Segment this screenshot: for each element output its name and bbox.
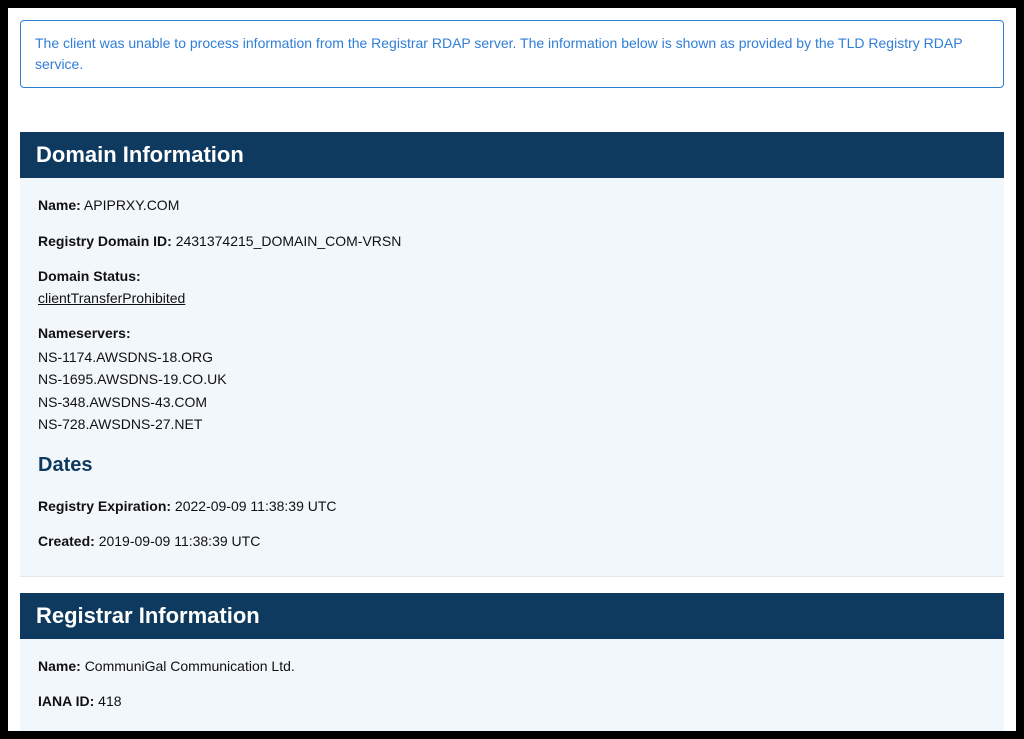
nameservers-label: Nameservers: (38, 324, 986, 344)
iana-id-row: IANA ID: 418 (38, 692, 986, 712)
registry-domain-id-label: Registry Domain ID: (38, 233, 172, 249)
domain-info-header: Domain Information (20, 132, 1004, 178)
nameservers-list: NS-1174.AWSDNS-18.ORG NS-1695.AWSDNS-19.… (38, 346, 986, 436)
domain-name-row: Name: APIPRXY.COM (38, 196, 986, 216)
section-gap (20, 577, 1004, 593)
page-container: The client was unable to process informa… (8, 8, 1016, 731)
rdap-alert-text: The client was unable to process informa… (35, 35, 962, 72)
nameserver-item: NS-1174.AWSDNS-18.ORG (38, 346, 986, 368)
domain-status-row: Domain Status: clientTransferProhibited (38, 267, 986, 308)
registry-domain-id-row: Registry Domain ID: 2431374215_DOMAIN_CO… (38, 232, 986, 252)
registry-expiration-row: Registry Expiration: 2022-09-09 11:38:39… (38, 497, 986, 517)
registry-expiration-value: 2022-09-09 11:38:39 UTC (175, 498, 337, 514)
registrar-info-title: Registrar Information (36, 603, 260, 628)
domain-name-value: APIPRXY.COM (84, 197, 179, 213)
registrar-name-value: CommuniGal Communication Ltd. (85, 658, 295, 674)
dates-heading: Dates (38, 454, 986, 477)
nameserver-item: NS-1695.AWSDNS-19.CO.UK (38, 368, 986, 390)
registrar-name-label: Name: (38, 658, 81, 674)
domain-name-label: Name: (38, 197, 81, 213)
created-row: Created: 2019-09-09 11:38:39 UTC (38, 532, 986, 552)
nameserver-item: NS-348.AWSDNS-43.COM (38, 391, 986, 413)
nameserver-item: NS-728.AWSDNS-27.NET (38, 413, 986, 435)
created-value: 2019-09-09 11:38:39 UTC (99, 533, 261, 549)
registrar-name-row: Name: CommuniGal Communication Ltd. (38, 657, 986, 677)
iana-id-label: IANA ID: (38, 693, 94, 709)
rdap-alert: The client was unable to process informa… (20, 20, 1004, 88)
created-label: Created: (38, 533, 95, 549)
domain-status-link[interactable]: clientTransferProhibited (38, 289, 185, 309)
registry-expiration-label: Registry Expiration: (38, 498, 171, 514)
domain-status-label: Domain Status: (38, 267, 986, 287)
registrar-info-body: Name: CommuniGal Communication Ltd. IANA… (20, 639, 1004, 731)
nameservers-row: Nameservers: NS-1174.AWSDNS-18.ORG NS-16… (38, 324, 986, 435)
domain-info-body: Name: APIPRXY.COM Registry Domain ID: 24… (20, 178, 1004, 577)
registry-domain-id-value: 2431374215_DOMAIN_COM-VRSN (176, 233, 402, 249)
iana-id-value: 418 (98, 693, 121, 709)
registrar-info-header: Registrar Information (20, 593, 1004, 639)
domain-info-title: Domain Information (36, 142, 244, 167)
